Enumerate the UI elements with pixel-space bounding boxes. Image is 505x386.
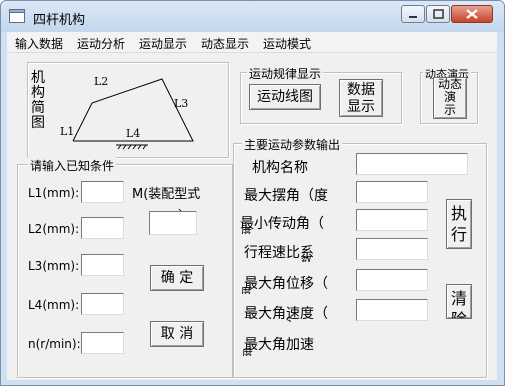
label-l2: L2 [94, 75, 109, 88]
output-label-max-angular-acceleration-overflow: 度 [242, 349, 253, 356]
ok-button[interactable]: 确 定 [150, 265, 204, 291]
assembly-input[interactable] [149, 211, 197, 235]
l2-input[interactable] [81, 217, 124, 239]
output-label-speed-ratio-overflow: 数 [301, 256, 313, 262]
window-title: 四杆机构 [33, 13, 86, 28]
menu-motion-analysis[interactable]: 运动分析 [77, 35, 125, 52]
motion-display-frame: 运动规律显示 运动线图 数据 显示 [240, 65, 402, 124]
menu-input-data[interactable]: 输入数据 [15, 35, 63, 52]
close-icon [466, 9, 478, 19]
output-label-speed-ratio: 行程速比系 [244, 245, 314, 261]
output-label-max-swing: 最大摆角（度 [244, 188, 328, 204]
execute-button[interactable]: 执 行 [446, 199, 472, 249]
assembly-label: M(装配型式 [132, 187, 201, 202]
diagram-caption: 机 构 简 图 [31, 70, 45, 131]
input-frame-title: 请输入已知条件 [28, 157, 117, 174]
minimize-icon [409, 16, 417, 18]
main-window: 四杆机构 输入数据 运动分析 运动显示 动态显示 运动模式 机 构 简 图 L1… [0, 0, 505, 386]
input-frame: 请输入已知条件 L1(mm): L2(mm): L3(mm): L4(mm): … [17, 157, 233, 378]
max-swing-output [356, 181, 428, 203]
close-button[interactable] [451, 5, 493, 23]
output-label-max-angular-displacement: 最大角位移（ [244, 276, 328, 292]
max-angular-velocity-output [356, 299, 428, 321]
field-label-l1: L1(mm): [28, 186, 80, 200]
output-frame: 主要运动参数输出 机构名称 最大摆角（度 最小传动角（ 度 行程速比系 数 最大… [233, 136, 487, 378]
mechanism-diagram [72, 78, 194, 150]
speed-ratio-output [356, 238, 428, 260]
title-bar[interactable]: 四杆机构 [1, 1, 504, 32]
diagram-frame: 机 构 简 图 L1 L2 L3 L4 [27, 62, 229, 158]
output-label-max-angular-displacement-overflow: 度 [241, 287, 252, 294]
output-label-mechanism-name: 机构名称 [252, 160, 308, 176]
l4-input[interactable] [81, 293, 124, 315]
motion-line-chart-button[interactable]: 运动线图 [249, 84, 321, 110]
field-label-l4: L4(mm): [28, 298, 80, 312]
cancel-button[interactable]: 取 消 [150, 321, 204, 347]
maximize-button[interactable] [426, 5, 450, 23]
clear-button[interactable]: 清 除 [446, 284, 472, 319]
label-l3: L3 [174, 97, 189, 110]
menu-dynamic-display[interactable]: 动态显示 [201, 35, 249, 52]
l3-input[interactable] [81, 254, 124, 276]
output-label-max-angular-acceleration: 最大角加速 [244, 337, 314, 353]
menu-motion-display[interactable]: 运动显示 [139, 35, 187, 52]
mechanism-name-output [356, 153, 468, 175]
maximize-icon [433, 9, 444, 19]
min-transmission-output [356, 209, 428, 231]
app-icon [9, 9, 25, 23]
output-frame-title: 主要运动参数输出 [242, 136, 343, 153]
l1-input[interactable] [81, 181, 124, 203]
motion-display-title: 运动规律显示 [247, 65, 324, 82]
menu-bar: 输入数据 运动分析 运动显示 动态显示 运动模式 [7, 32, 497, 53]
minimize-button[interactable] [401, 5, 425, 23]
data-display-button[interactable]: 数据 显示 [339, 79, 383, 117]
field-label-n: n(r/min): [28, 337, 81, 351]
client-area: 输入数据 运动分析 运动显示 动态显示 运动模式 机 构 简 图 L1 L2 L… [7, 32, 497, 380]
max-angular-displacement-output [356, 269, 428, 291]
output-label-min-transmission-overflow: 度 [241, 227, 252, 234]
dynamic-display-frame: 动态演示 动态 演 示 [420, 66, 478, 124]
field-label-l2: L2(mm): [28, 222, 80, 236]
output-label-max-angular-velocity-overflow: s [286, 317, 298, 322]
menu-motion-mode[interactable]: 运动模式 [263, 35, 311, 52]
output-label-min-transmission: 最小传动角（ [240, 216, 324, 232]
dynamic-demo-button[interactable]: 动态 演 示 [433, 77, 467, 119]
label-l1: L1 [60, 125, 75, 138]
label-l4: L4 [126, 127, 141, 140]
field-label-l3: L3(mm): [28, 259, 80, 273]
n-input[interactable] [81, 332, 124, 354]
